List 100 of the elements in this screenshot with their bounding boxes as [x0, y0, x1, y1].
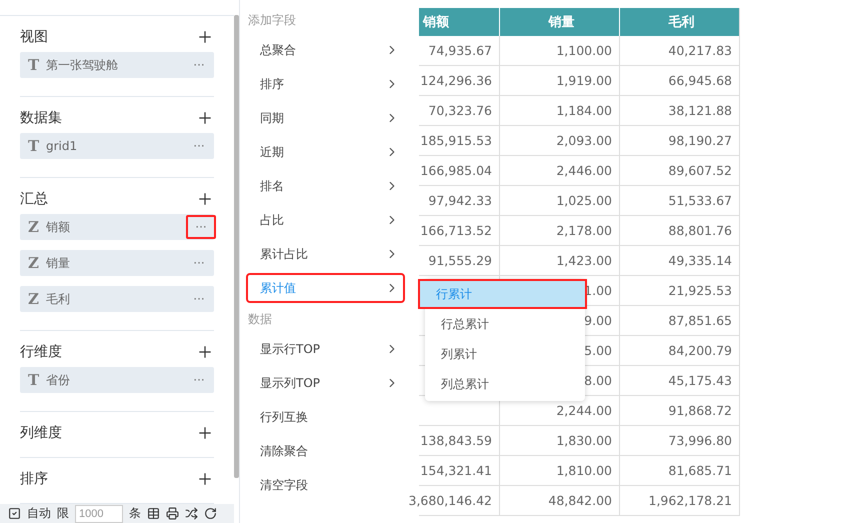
printer-icon[interactable] — [166, 507, 179, 520]
table-cell: 70,323.76 — [428, 103, 492, 118]
add-icon[interactable] — [196, 470, 214, 488]
field-chip[interactable]: Z 销量 ··· — [20, 250, 214, 276]
table-cell: 1.00 — [584, 283, 612, 298]
scrollbar[interactable] — [234, 15, 239, 478]
table-cell: 49,335.14 — [668, 253, 732, 268]
menu-item[interactable]: 排名 — [248, 173, 403, 199]
menu-item[interactable]: 总聚合 — [248, 37, 403, 63]
table-cell: 1,810.00 — [556, 463, 612, 478]
table-cell: 8.00 — [584, 373, 612, 388]
menu-item[interactable]: 显示列TOP — [248, 370, 403, 396]
menu-group-header: 添加字段 — [247, 12, 297, 29]
table-cell: 1,100.00 — [556, 43, 612, 58]
table-cell: 98,190.27 — [668, 133, 732, 148]
table-icon[interactable] — [147, 507, 160, 520]
table-cell: 185,915.53 — [420, 133, 492, 148]
table-cell: 5.00 — [584, 343, 612, 358]
field-name: grid1 — [46, 139, 78, 153]
menu-item[interactable]: 行列互换 — [248, 404, 403, 430]
more-button[interactable]: ··· — [184, 287, 214, 311]
menu-item[interactable]: 显示行TOP — [248, 336, 403, 362]
table-cell: 89,607.52 — [668, 163, 732, 178]
field-chip[interactable]: Z 毛利 ··· — [20, 286, 214, 312]
field-chip[interactable]: T grid1 ··· — [20, 133, 214, 159]
add-icon[interactable] — [196, 109, 214, 127]
table-cell: 1,423.00 — [556, 253, 612, 268]
more-button[interactable]: ··· — [184, 251, 214, 275]
table-cell: 88,801.76 — [668, 223, 732, 238]
field-name: 省份 — [46, 372, 71, 388]
refresh-icon[interactable] — [204, 507, 217, 520]
table-cell: 1,184.00 — [556, 103, 612, 118]
table-cell: 1,919.00 — [556, 73, 612, 88]
add-icon[interactable] — [196, 343, 214, 361]
field-chip[interactable]: Z 销额 ··· — [20, 214, 214, 240]
more-button[interactable]: ··· — [184, 53, 214, 77]
submenu-item[interactable]: 行总累计 — [425, 311, 585, 337]
table-cell: 3,680,146.42 — [408, 493, 492, 508]
add-icon[interactable] — [196, 190, 214, 208]
table-cell: 21,925.53 — [668, 283, 732, 298]
limit-label: 限 — [57, 505, 69, 522]
submenu-item[interactable]: 列累计 — [425, 341, 585, 367]
unit-label: 条 — [129, 505, 141, 522]
table-cell: 91,555.29 — [428, 253, 492, 268]
table-cell: 38,121.88 — [668, 103, 732, 118]
field-name: 毛利 — [46, 290, 71, 308]
field-name: 第一张驾驶舱 — [46, 56, 119, 74]
menu-item[interactable]: 同期 — [248, 105, 403, 131]
table-cell: 166,713.52 — [420, 223, 492, 238]
table-cell: 51,533.67 — [668, 193, 732, 208]
field-type-icon: T — [28, 371, 46, 389]
section-title: 视图 — [20, 28, 48, 46]
section-title: 排序 — [20, 470, 48, 488]
field-name: 销量 — [46, 254, 71, 272]
column-header: 毛利 — [619, 8, 739, 36]
table-cell: 48,842.00 — [548, 493, 612, 508]
table-cell: 154,321.41 — [420, 463, 492, 478]
add-icon[interactable] — [196, 424, 214, 442]
table-cell: 66,945.68 — [668, 73, 732, 88]
table-cell: 40,217.83 — [668, 43, 732, 58]
field-type-icon: Z — [28, 290, 46, 308]
table-cell: 97,942.33 — [428, 193, 492, 208]
field-type-icon: Z — [28, 218, 46, 236]
field-type-icon: T — [28, 137, 46, 155]
table-cell: 84,200.79 — [668, 343, 732, 358]
menu-item[interactable]: 排序 — [248, 71, 403, 97]
field-name: 销额 — [46, 218, 71, 236]
section-title: 列维度 — [20, 424, 62, 442]
table-cell: 1,025.00 — [556, 193, 612, 208]
table-cell: 166,985.04 — [420, 163, 492, 178]
more-button[interactable]: ··· — [184, 134, 214, 158]
table-cell: 124,296.36 — [420, 73, 492, 88]
table-cell: 45,175.43 — [668, 373, 732, 388]
table-cell: 91,868.72 — [668, 403, 732, 418]
menu-item[interactable]: 清空字段 — [248, 472, 403, 498]
column-header: 销额 — [419, 8, 499, 36]
menu-item[interactable]: 占比 — [248, 207, 403, 233]
table-cell: 2,244.00 — [556, 403, 612, 418]
menu-item[interactable]: 累计占比 — [248, 241, 403, 267]
submenu-item[interactable]: 列总累计 — [425, 371, 585, 397]
menu-item[interactable]: 近期 — [248, 139, 403, 165]
field-chip[interactable]: T 第一张驾驶舱 ··· — [20, 52, 214, 78]
field-type-icon: T — [28, 56, 46, 74]
table-cell: 81,685.71 — [668, 463, 732, 478]
field-type-icon: Z — [28, 254, 46, 272]
table-cell: 2,178.00 — [556, 223, 612, 238]
auto-checkbox[interactable] — [8, 507, 21, 520]
table-cell: 138,843.59 — [420, 433, 492, 448]
field-chip[interactable]: T 省份 ··· — [20, 367, 214, 393]
table-cell: 2,446.00 — [556, 163, 612, 178]
shuffle-icon[interactable] — [185, 507, 198, 520]
table-cell: 9.00 — [584, 313, 612, 328]
table-cell: 1,962,178.21 — [648, 493, 732, 508]
more-button[interactable]: ··· — [186, 215, 216, 239]
add-icon[interactable] — [196, 28, 214, 46]
more-button[interactable]: ··· — [184, 368, 214, 392]
auto-label: 自动 — [27, 505, 51, 522]
menu-item[interactable]: 清除聚合 — [248, 438, 403, 464]
table-cell: 1,830.00 — [556, 433, 612, 448]
table-cell: 87,851.65 — [668, 313, 732, 328]
